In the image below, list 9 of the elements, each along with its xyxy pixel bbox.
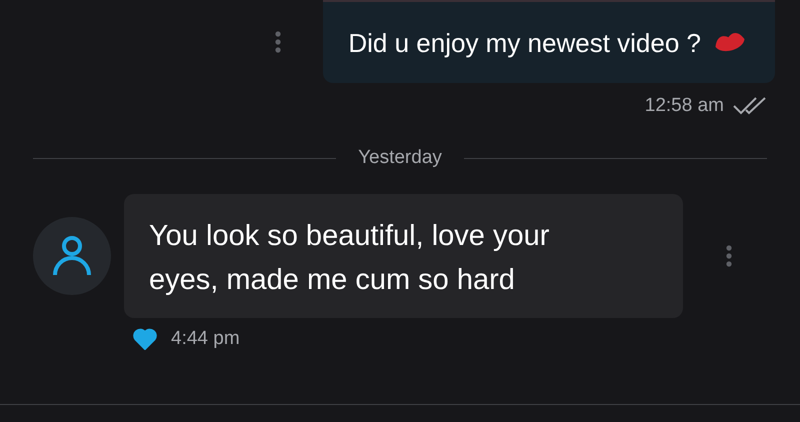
date-divider: Yesterday (358, 147, 442, 169)
message-time: 4:44 pm (171, 328, 240, 350)
person-icon (52, 235, 92, 277)
message-text: Did u enjoy my newest video ? (348, 26, 701, 60)
message-time: 12:58 am (644, 95, 724, 117)
more-options-icon[interactable] (726, 245, 732, 267)
message-text: You look so beautiful, love your eyes, made me cum so hard (149, 219, 550, 298)
heart-icon[interactable] (133, 328, 157, 350)
more-options-icon[interactable] (275, 30, 282, 52)
